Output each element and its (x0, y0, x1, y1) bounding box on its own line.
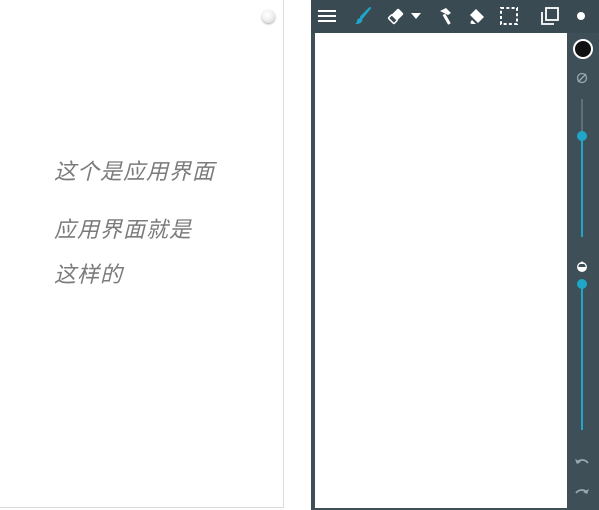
note-screen: 这个是应用界面 应用界面就是 这样的 (0, 0, 284, 508)
note-line-1: 这个是应用界面 (54, 160, 216, 185)
dropdown-arrow-icon[interactable] (409, 4, 423, 28)
drawing-canvas[interactable] (315, 33, 567, 508)
hammer-icon[interactable] (434, 4, 458, 28)
brush-icon[interactable] (351, 4, 375, 28)
menu-dot-icon[interactable] (262, 10, 275, 23)
selection-icon[interactable] (497, 4, 521, 28)
size-slider-thumb[interactable] (577, 131, 587, 142)
redo-icon[interactable] (574, 485, 590, 499)
opacity-slider-fill (581, 284, 583, 430)
undo-icon[interactable] (574, 455, 590, 469)
note-line-3: 这样的 (54, 263, 124, 288)
color-swatch[interactable] (573, 39, 593, 59)
size-slider-fill (581, 136, 583, 237)
fill-bucket-icon[interactable] (465, 4, 489, 28)
side-tool-panel (567, 33, 599, 510)
opacity-icon (575, 259, 589, 273)
dot-icon[interactable] (569, 4, 593, 28)
note-line-2: 应用界面就是 (54, 218, 193, 243)
opacity-slider-thumb[interactable] (577, 279, 587, 289)
layers-icon[interactable] (538, 4, 562, 28)
toolbar (311, 0, 599, 33)
opacity-off-icon (575, 71, 589, 85)
drawing-app (311, 0, 599, 510)
hamburger-menu-icon[interactable] (315, 4, 339, 28)
eraser-icon[interactable] (384, 4, 408, 28)
